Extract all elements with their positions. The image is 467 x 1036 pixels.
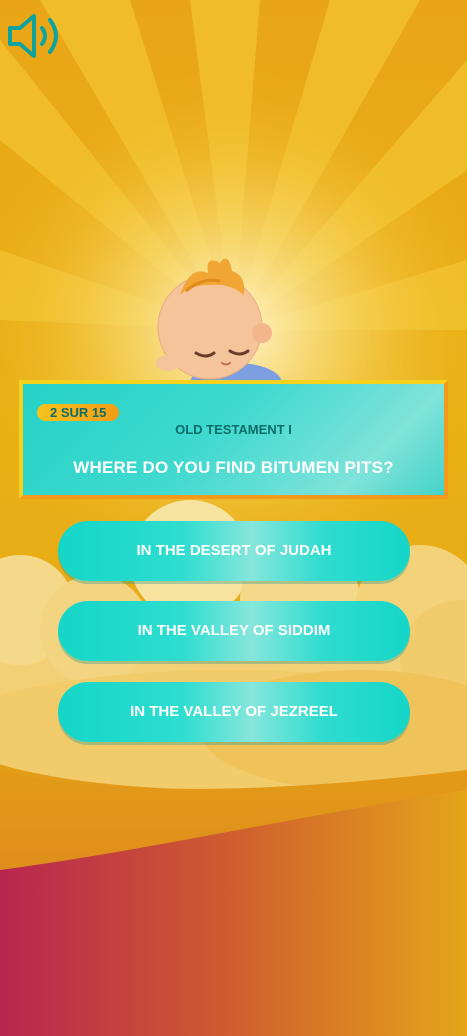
question-counter: 2 SUR 15 (37, 404, 120, 421)
question-card: 2 SUR 15 OLD TESTAMENT I WHERE DO YOU FI… (19, 380, 448, 499)
background-scene (0, 0, 467, 1036)
answer-button-2[interactable]: IN THE VALLEY OF SIDDIM (58, 601, 410, 661)
speaker-icon (8, 14, 58, 58)
sleeping-baby-illustration (156, 258, 282, 385)
answer-button-1[interactable]: IN THE DESERT OF JUDAH (58, 521, 410, 581)
sound-toggle-button[interactable] (6, 8, 68, 64)
question-text: WHERE DO YOU FIND BITUMEN PITS? (73, 458, 394, 477)
category-label: OLD TESTAMENT I (175, 422, 292, 437)
answer-button-3[interactable]: IN THE VALLEY OF JEZREEL (58, 682, 410, 742)
